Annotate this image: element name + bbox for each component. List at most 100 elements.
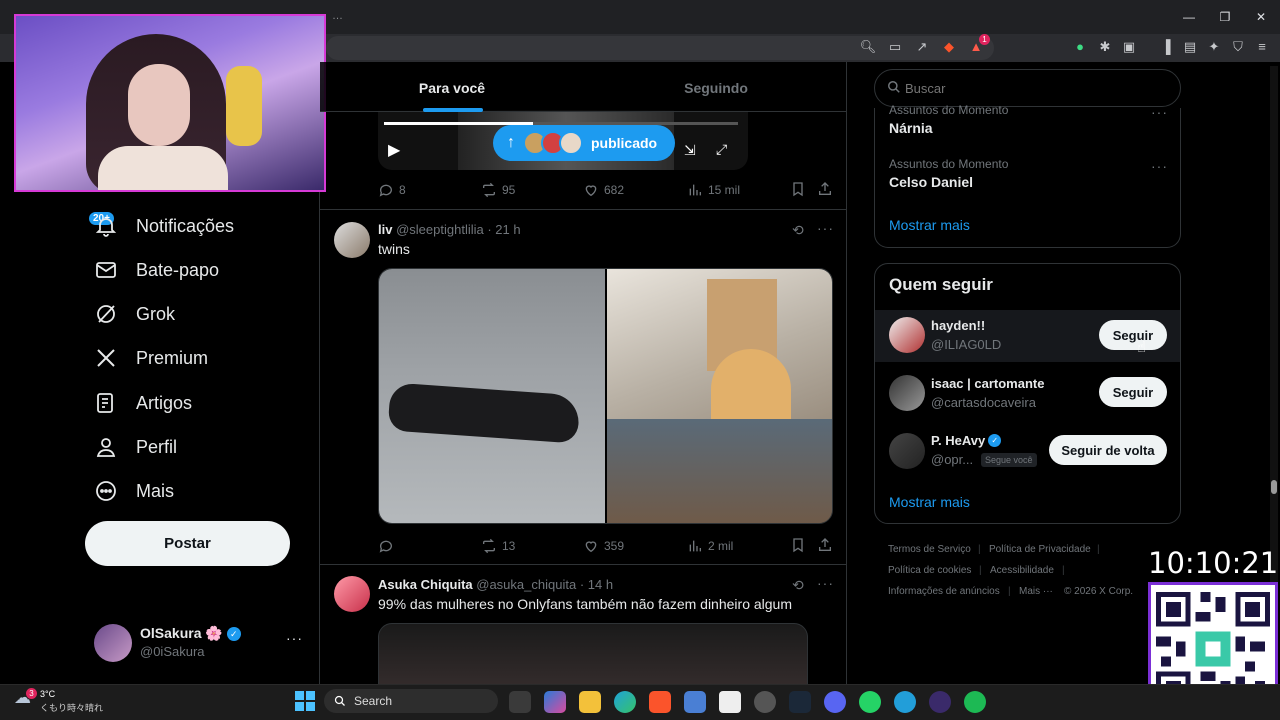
nav-more[interactable]: Mais bbox=[92, 473, 174, 509]
suggestion-name[interactable]: P. HeAvy bbox=[931, 433, 985, 448]
wallet-icon[interactable]: ▤ bbox=[1181, 38, 1199, 56]
telegram-icon[interactable] bbox=[894, 691, 916, 713]
leo-ai-icon[interactable]: ✦ bbox=[1205, 38, 1223, 56]
close-window-icon[interactable]: ✕ bbox=[1246, 6, 1276, 28]
nav-grok[interactable]: Grok bbox=[92, 296, 175, 332]
trend-more-icon[interactable]: ··· bbox=[1151, 104, 1168, 120]
windows-start-icon[interactable] bbox=[294, 690, 316, 712]
fullscreen-icon[interactable]: ⤢ bbox=[716, 141, 727, 158]
like-button[interactable]: 359 bbox=[583, 538, 624, 554]
author-handle[interactable]: @asuka_chiquita bbox=[476, 577, 576, 592]
more-dots-icon[interactable]: ··· bbox=[286, 630, 303, 646]
share-post-icon[interactable] bbox=[817, 181, 833, 202]
like-button[interactable]: 682 bbox=[583, 182, 624, 198]
edge-icon[interactable] bbox=[614, 691, 636, 713]
tab-following[interactable]: Seguindo bbox=[584, 62, 846, 112]
weather-temp[interactable]: 3°C bbox=[40, 689, 55, 699]
retweet-button[interactable]: 13 bbox=[481, 538, 515, 554]
search-input[interactable] bbox=[905, 78, 1165, 98]
avatar[interactable] bbox=[889, 375, 925, 411]
suggestion-name[interactable]: hayden!! bbox=[931, 318, 985, 333]
popout-icon[interactable]: ⇲ bbox=[684, 142, 696, 159]
app-icon[interactable] bbox=[929, 691, 951, 713]
scrollbar-thumb[interactable] bbox=[1271, 480, 1277, 494]
views-button[interactable]: 15 mil bbox=[687, 182, 740, 198]
reply-button[interactable]: 8 bbox=[378, 182, 406, 198]
brave-shield-icon[interactable]: ◆ bbox=[940, 38, 958, 56]
weather-desc[interactable]: くもり時々晴れ bbox=[40, 701, 103, 714]
tab-search-icon[interactable]: ▣ bbox=[1120, 38, 1138, 56]
show-more-trends-link[interactable]: Mostrar mais bbox=[889, 217, 970, 233]
nav-premium[interactable]: Premium bbox=[92, 340, 208, 376]
footer-more-link[interactable]: Mais ··· bbox=[1019, 586, 1053, 597]
avatar[interactable] bbox=[334, 576, 370, 612]
footer-terms-link[interactable]: Termos de Serviço bbox=[888, 544, 971, 555]
cast-icon[interactable]: ▭ bbox=[886, 38, 904, 56]
share-post-icon[interactable] bbox=[817, 537, 833, 558]
tweet-time[interactable]: · 21 h bbox=[487, 222, 520, 237]
nav-articles[interactable]: Artigos bbox=[92, 385, 192, 421]
bookmark-icon[interactable] bbox=[790, 537, 806, 558]
search-box[interactable] bbox=[874, 69, 1181, 107]
extensions-icon[interactable]: ✱ bbox=[1096, 38, 1114, 56]
trend-name[interactable]: Nárnia bbox=[889, 120, 933, 136]
trend-name[interactable]: Celso Daniel bbox=[889, 174, 973, 190]
spotify-icon[interactable] bbox=[964, 691, 986, 713]
follow-button[interactable]: Seguir bbox=[1099, 377, 1167, 407]
tweet-media[interactable] bbox=[378, 623, 808, 684]
steam-icon[interactable] bbox=[789, 691, 811, 713]
show-more-suggestions-link[interactable]: Mostrar mais bbox=[889, 494, 970, 510]
avatar[interactable] bbox=[889, 317, 925, 353]
play-icon[interactable]: ▶ bbox=[388, 140, 400, 160]
zoom-icon[interactable]: 🔍︎ bbox=[859, 38, 877, 56]
tweet-time[interactable]: · 14 h bbox=[580, 577, 613, 592]
tweet-more-icon[interactable]: ··· bbox=[817, 220, 834, 236]
file-explorer-icon[interactable] bbox=[579, 691, 601, 713]
retweet-button[interactable]: 95 bbox=[481, 182, 515, 198]
maximize-icon[interactable]: ❐ bbox=[1210, 6, 1240, 28]
trend-more-icon[interactable]: ··· bbox=[1151, 158, 1168, 174]
whatsapp-icon[interactable] bbox=[859, 691, 881, 713]
footer-privacy-link[interactable]: Política de Privacidade bbox=[989, 544, 1091, 555]
nav-profile[interactable]: Perfil bbox=[92, 429, 177, 465]
new-posts-pill[interactable]: ↑ publicado bbox=[493, 125, 675, 161]
tweet-media[interactable] bbox=[378, 268, 833, 524]
sidebar-toggle-icon[interactable]: ▐ bbox=[1157, 38, 1175, 56]
grok-explain-icon[interactable]: ⟲ bbox=[792, 222, 804, 239]
store-icon[interactable] bbox=[684, 691, 706, 713]
author-name[interactable]: liv bbox=[378, 222, 392, 237]
nav-chat[interactable]: Bate-papo bbox=[92, 252, 219, 288]
brave-rewards-icon[interactable]: ▲ 1 bbox=[967, 34, 990, 56]
media-image-left[interactable] bbox=[379, 269, 605, 523]
copilot-icon[interactable] bbox=[544, 691, 566, 713]
account-switcher[interactable]: OlSakura 🌸 ✓ @0iSakura ··· bbox=[92, 620, 312, 668]
browser-tab-title[interactable]: … bbox=[332, 10, 343, 22]
brave-icon[interactable] bbox=[649, 691, 671, 713]
obs-icon[interactable] bbox=[754, 691, 776, 713]
nav-notifications[interactable]: Notificações bbox=[92, 208, 234, 244]
tweet-more-icon[interactable]: ··· bbox=[817, 575, 834, 591]
media-image-right[interactable] bbox=[607, 269, 832, 523]
discord-icon[interactable] bbox=[824, 691, 846, 713]
extension-green-icon[interactable]: ● bbox=[1071, 38, 1089, 56]
follow-button[interactable]: Seguir bbox=[1099, 320, 1167, 350]
vpn-icon[interactable]: ⛉ bbox=[1229, 38, 1247, 56]
suggestion-handle[interactable]: @cartasdocaveira bbox=[931, 395, 1036, 410]
grok-explain-icon[interactable]: ⟲ bbox=[792, 577, 804, 594]
menu-icon[interactable]: ≡ bbox=[1253, 38, 1271, 56]
share-icon[interactable]: ↗ bbox=[913, 38, 931, 56]
suggestion-handle[interactable]: @opr... bbox=[931, 452, 973, 467]
footer-cookies-link[interactable]: Política de cookies bbox=[888, 565, 971, 576]
avatar[interactable] bbox=[334, 222, 370, 258]
task-view-icon[interactable] bbox=[509, 691, 531, 713]
tab-for-you[interactable]: Para você bbox=[320, 62, 584, 112]
footer-accessibility-link[interactable]: Acessibilidade bbox=[990, 565, 1054, 576]
author-name[interactable]: Asuka Chiquita bbox=[378, 577, 473, 592]
follow-back-button[interactable]: Seguir de volta bbox=[1049, 435, 1167, 465]
views-button[interactable]: 2 mil bbox=[687, 538, 733, 554]
author-handle[interactable]: @sleeptightlilia bbox=[396, 222, 484, 237]
suggestion-name[interactable]: isaac | cartomante bbox=[931, 376, 1044, 391]
notion-icon[interactable] bbox=[719, 691, 741, 713]
footer-ads-link[interactable]: Informações de anúncios bbox=[888, 586, 1000, 597]
bookmark-icon[interactable] bbox=[790, 181, 806, 200]
